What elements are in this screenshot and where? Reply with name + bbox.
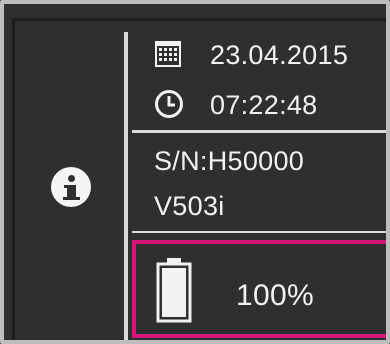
serial-number: S/N:H50000 — [154, 146, 305, 176]
calendar-icon — [155, 41, 181, 67]
time-value: 07:22:48 — [210, 90, 318, 120]
horizontal-divider-2 — [132, 231, 386, 233]
date-value: 23.04.2015 — [210, 40, 349, 70]
battery-icon — [156, 258, 192, 323]
battery-level: 100% — [236, 279, 314, 312]
firmware-version: V503i — [154, 191, 225, 221]
info-icon[interactable] — [51, 167, 91, 207]
vertical-divider — [124, 32, 128, 340]
device-info-screen: 23.04.2015 07:22:48 S/N:H50000 V503i 100… — [0, 0, 390, 344]
clock-icon — [155, 90, 183, 118]
horizontal-divider — [132, 130, 386, 133]
